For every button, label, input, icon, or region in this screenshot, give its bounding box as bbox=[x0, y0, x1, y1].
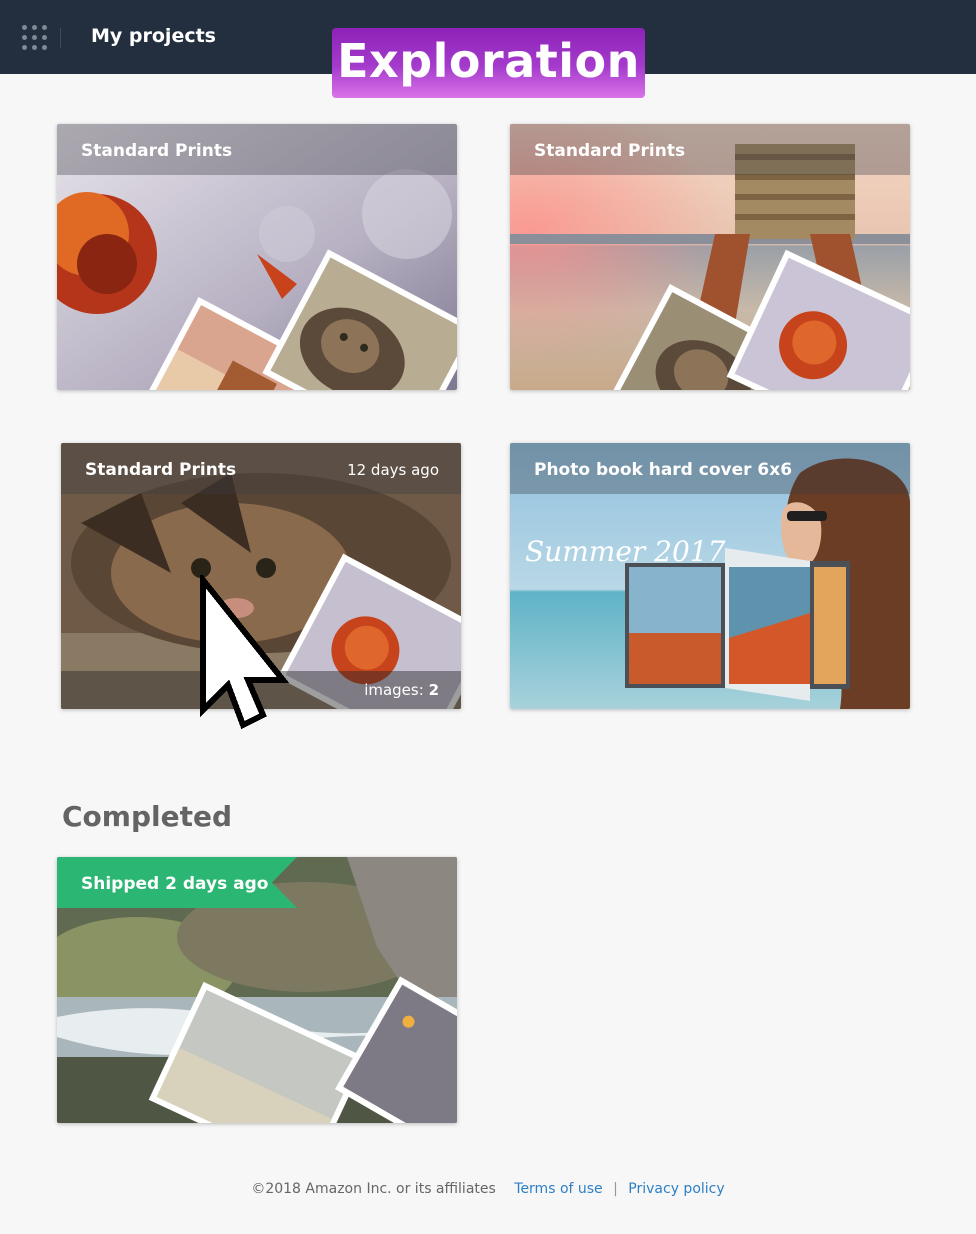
exploration-banner: Exploration bbox=[332, 28, 645, 98]
project-card-4[interactable]: Summer 2017 Photo book hard cover 6x6 bbox=[510, 443, 910, 709]
privacy-link[interactable]: Privacy policy bbox=[628, 1181, 724, 1197]
card-header: Standard Prints 12 days ago bbox=[61, 443, 461, 494]
grid-icon[interactable] bbox=[22, 25, 48, 51]
book-cover-text: Summer 2017 bbox=[525, 535, 726, 568]
card-header: Photo book hard cover 6x6 bbox=[510, 443, 910, 494]
terms-link[interactable]: Terms of use bbox=[514, 1181, 602, 1197]
card-header: Standard Prints bbox=[57, 124, 457, 175]
images-count: 2 bbox=[428, 681, 439, 699]
project-card-1[interactable]: Standard Prints bbox=[57, 124, 457, 390]
completed-heading: Completed bbox=[62, 800, 233, 833]
completed-card[interactable]: Shipped 2 days ago bbox=[57, 857, 457, 1123]
card-header: Standard Prints bbox=[510, 124, 910, 175]
card-title: Standard Prints bbox=[85, 460, 237, 480]
images-label: images: bbox=[364, 681, 424, 699]
project-card-2[interactable]: Standard Prints bbox=[510, 124, 910, 390]
card-date: 12 days ago bbox=[347, 461, 439, 479]
card-title: Standard Prints bbox=[534, 141, 686, 161]
copyright: ©2018 Amazon Inc. or its affiliates bbox=[251, 1181, 496, 1197]
footer: ©2018 Amazon Inc. or its affiliates Term… bbox=[0, 1181, 976, 1197]
card-title: Standard Prints bbox=[81, 141, 233, 161]
shipped-status: Shipped 2 days ago bbox=[81, 874, 269, 894]
card-title: Photo book hard cover 6x6 bbox=[534, 460, 793, 480]
header-divider bbox=[60, 28, 61, 48]
footer-separator: | bbox=[613, 1181, 618, 1197]
mouse-cursor-icon bbox=[200, 575, 290, 730]
page-title: My projects bbox=[91, 25, 216, 47]
